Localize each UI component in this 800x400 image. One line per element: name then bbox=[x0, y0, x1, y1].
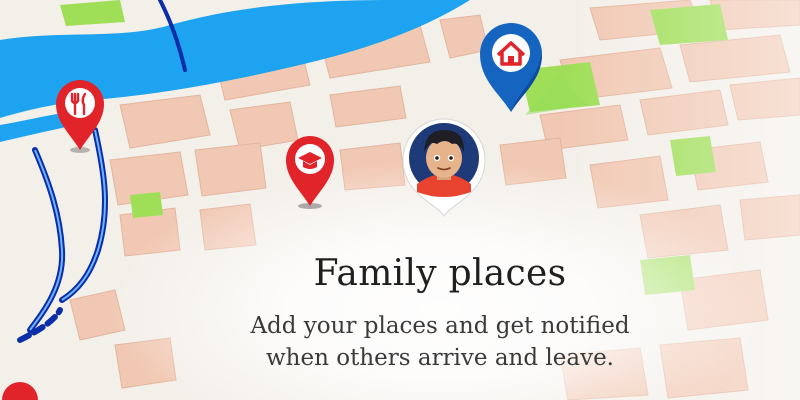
partial-pin[interactable] bbox=[0, 372, 40, 400]
food-icon bbox=[65, 88, 95, 118]
school-pin[interactable] bbox=[278, 130, 342, 210]
home-pin-shadow bbox=[525, 75, 587, 115]
banner-subtitle-line-2: when others arrive and leave. bbox=[266, 345, 614, 371]
restaurant-pin[interactable] bbox=[48, 74, 112, 154]
banner-title: Family places bbox=[313, 253, 567, 294]
banner-subtitle-line-1: Add your places and get notified bbox=[250, 313, 630, 339]
person-avatar-pin[interactable] bbox=[395, 112, 493, 220]
banner-subtitle: Add your places and get notified when ot… bbox=[160, 310, 720, 374]
